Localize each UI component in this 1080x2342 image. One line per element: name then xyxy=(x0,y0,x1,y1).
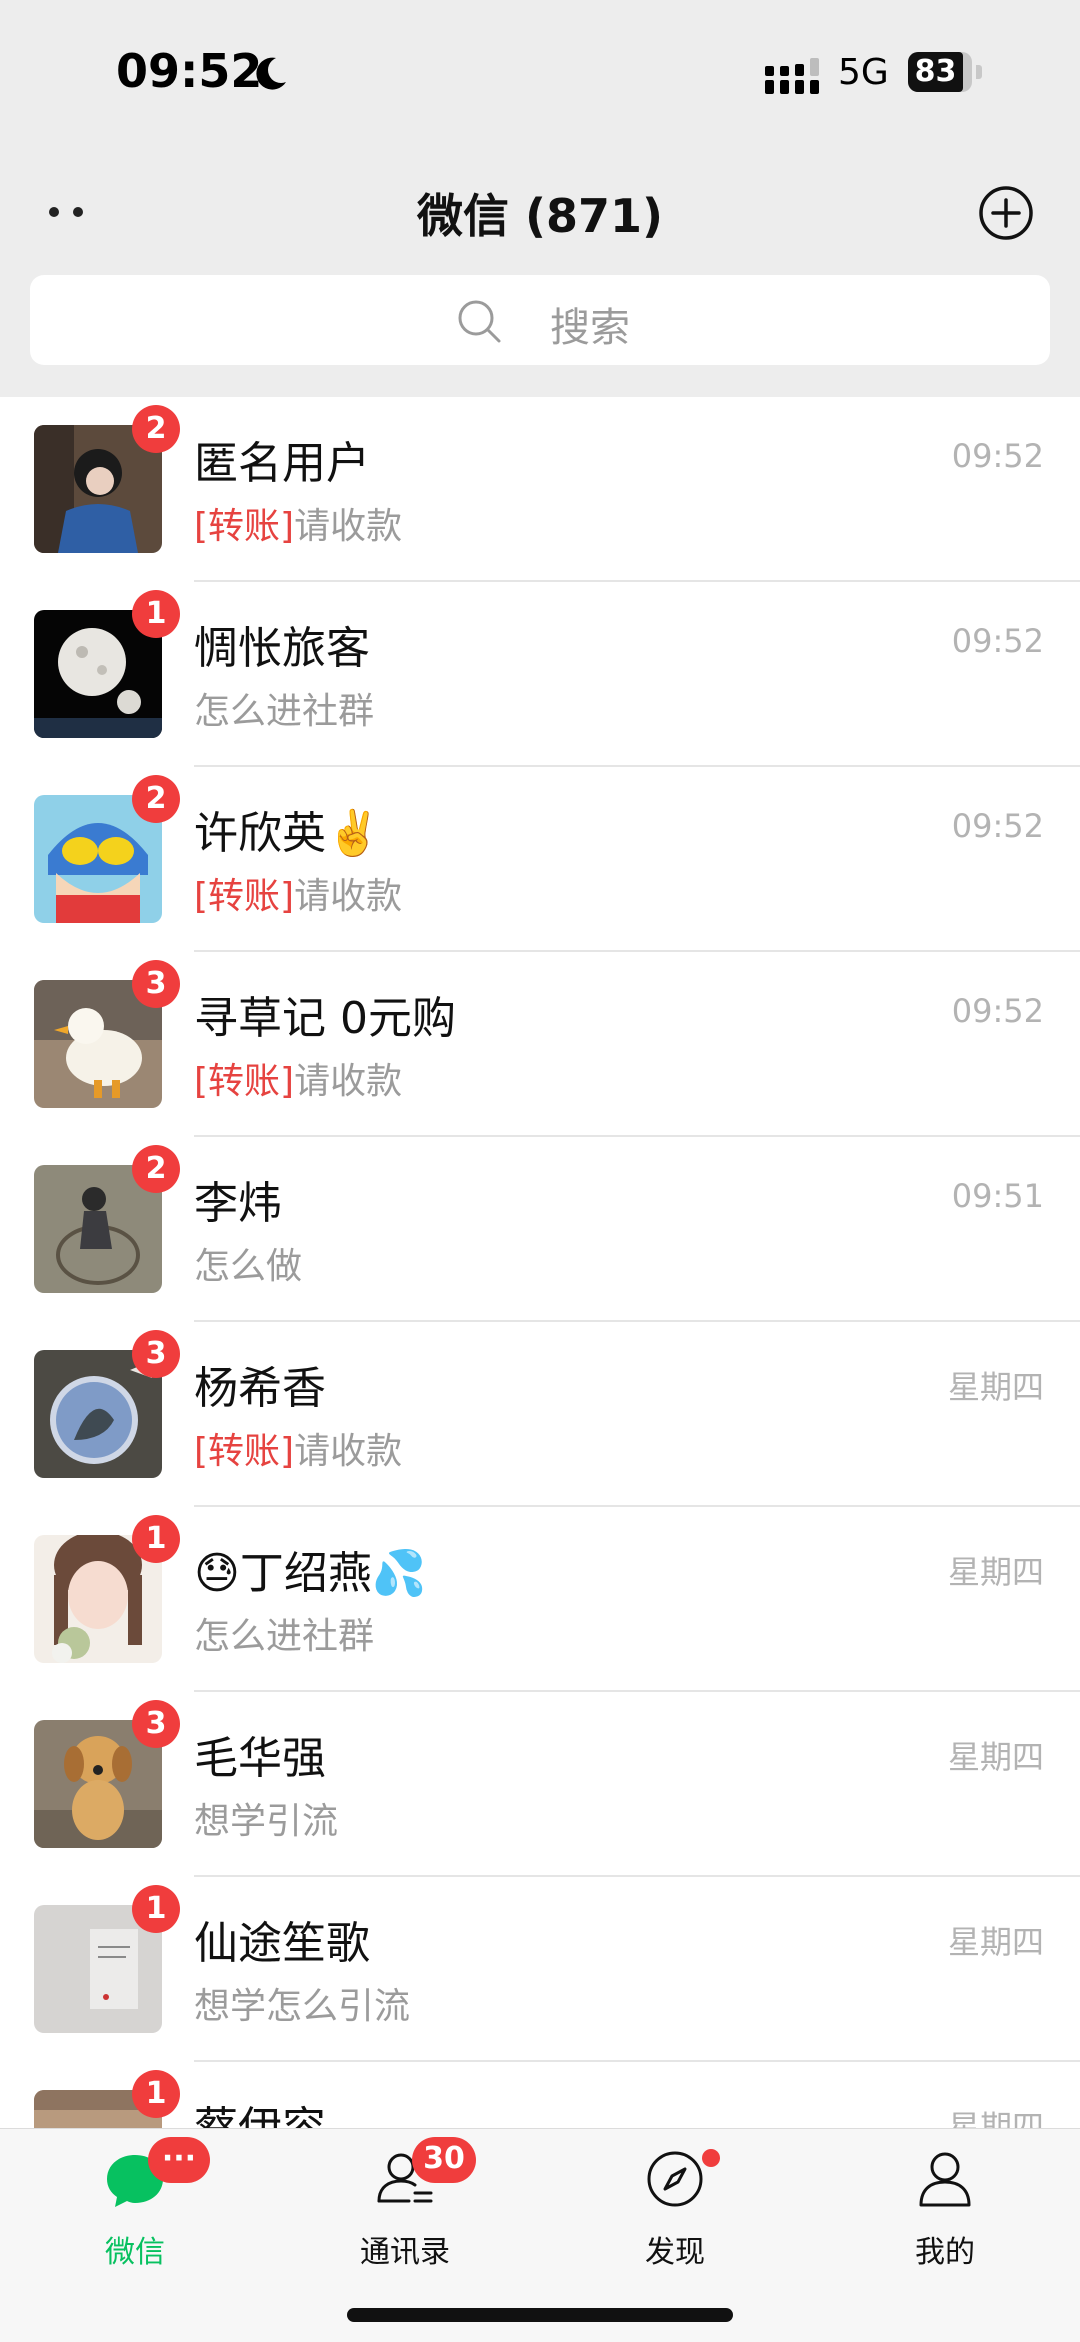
tab-label: 发现 xyxy=(645,2235,705,2270)
transfer-tag: [转账] xyxy=(194,1431,295,1472)
chat-preview: [转账]请收款 xyxy=(194,497,402,549)
transfer-tag: [转账] xyxy=(194,506,295,547)
chat-row[interactable]: 2 许欣英✌️ [转账]请收款 09:52 xyxy=(0,767,1080,952)
chat-name: 杨希香 xyxy=(194,1363,326,1414)
chat-preview: 怎么做 xyxy=(194,1237,302,1289)
chat-preview: 怎么进社群 xyxy=(194,1607,374,1659)
unread-badge: 1 xyxy=(132,1885,180,1933)
status-bar: 09:52 5G 83 xyxy=(0,0,1080,140)
nav-bar: 微信 (871) xyxy=(0,140,1080,270)
chat-row[interactable]: 3 杨希香 [转账]请收款 星期四 xyxy=(0,1322,1080,1507)
chat-name: 李炜 xyxy=(194,1178,282,1229)
unread-badge: 1 xyxy=(132,2070,180,2118)
signal-icon xyxy=(765,58,819,94)
chat-message: 怎么进社群 xyxy=(194,691,375,732)
chat-message: 怎么做 xyxy=(194,1246,303,1287)
chat-name: 蔡伊容 xyxy=(194,2092,326,2128)
search-input[interactable]: 搜索 xyxy=(30,275,1050,365)
unread-badge: 3 xyxy=(132,1330,180,1378)
chat-row[interactable]: 3 毛华强 想学引流 星期四 xyxy=(0,1692,1080,1877)
chat-message: 请收款 xyxy=(294,876,403,917)
notification-dot xyxy=(702,2149,720,2167)
battery-icon: 83 xyxy=(908,52,982,92)
chat-preview: [转账]请收款 xyxy=(194,1422,402,1474)
chat-time: 星期四 xyxy=(947,2108,1044,2128)
chat-row[interactable]: 3 寻草记 0元购 [转账]请收款 09:52 xyxy=(0,952,1080,1137)
chat-time: 星期四 xyxy=(947,1553,1044,1591)
tab-badge: 30 xyxy=(412,2137,476,2183)
add-icon[interactable] xyxy=(978,185,1034,241)
search-icon xyxy=(458,300,501,343)
tab-label: 微信 xyxy=(105,2235,165,2270)
chat-message: 请收款 xyxy=(294,506,403,547)
chat-message: 请收款 xyxy=(294,1431,403,1472)
chat-time: 星期四 xyxy=(947,1368,1044,1406)
transfer-tag: [转账] xyxy=(194,1061,295,1102)
search-placeholder: 搜索 xyxy=(550,305,630,351)
chat-message: 怎么进社群 xyxy=(194,1616,375,1657)
chat-name: 😓丁绍燕💦 xyxy=(194,1548,427,1599)
chat-name: 寻草记 0元购 xyxy=(194,993,456,1044)
chat-time: 09:52 xyxy=(951,622,1044,660)
chat-row[interactable]: 2 李炜 怎么做 09:51 xyxy=(0,1137,1080,1322)
unread-badge: 3 xyxy=(132,960,180,1008)
chat-preview: 怎么进社群 xyxy=(194,682,374,734)
chat-name: 许欣英✌️ xyxy=(194,808,381,859)
chat-message: 想学引流 xyxy=(194,1801,339,1842)
chat-row[interactable]: 1 惆怅旅客 怎么进社群 09:52 xyxy=(0,582,1080,767)
chat-preview: [转账]请收款 xyxy=(194,867,402,919)
tab-badge: ··· xyxy=(148,2137,210,2183)
unread-badge: 1 xyxy=(132,1515,180,1563)
me-icon xyxy=(919,2152,971,2207)
tab-discover[interactable]: 发现 xyxy=(540,2129,810,2289)
chat-row[interactable]: 1 蔡伊容 星期四 xyxy=(0,2062,1080,2128)
discover-icon xyxy=(647,2151,703,2207)
chat-preview: 想学引流 xyxy=(194,1792,338,1844)
battery-level: 83 xyxy=(914,54,957,89)
chat-preview: [转账]请收款 xyxy=(194,1052,402,1104)
unread-badge: 2 xyxy=(132,775,180,823)
chat-time: 星期四 xyxy=(947,1923,1044,1961)
status-time: 09:52 xyxy=(116,44,263,98)
chat-time: 星期四 xyxy=(947,1738,1044,1776)
chat-name: 惆怅旅客 xyxy=(194,623,370,674)
chat-row[interactable]: 2 匿名用户 [转账]请收款 09:52 xyxy=(0,397,1080,582)
chat-name: 毛华强 xyxy=(194,1733,326,1784)
chat-message: 想学怎么引流 xyxy=(194,1986,411,2027)
chat-row[interactable]: 1 😓丁绍燕💦 怎么进社群 星期四 xyxy=(0,1507,1080,1692)
chat-name: 匿名用户 xyxy=(194,438,370,489)
tab-label: 我的 xyxy=(915,2235,975,2270)
tab-label: 通讯录 xyxy=(360,2235,450,2270)
tab-me[interactable]: 我的 xyxy=(810,2129,1080,2289)
unread-badge: 1 xyxy=(132,590,180,638)
chat-time: 09:51 xyxy=(951,1177,1044,1215)
network-type: 5G xyxy=(838,52,889,93)
tab-contacts[interactable]: 30 通讯录 xyxy=(270,2129,540,2289)
home-indicator xyxy=(347,2308,733,2322)
tab-chats[interactable]: ··· 微信 xyxy=(0,2129,270,2289)
page-title: 微信 (871) xyxy=(416,189,664,243)
chat-time: 09:52 xyxy=(951,437,1044,475)
unread-badge: 2 xyxy=(132,405,180,453)
transfer-tag: [转账] xyxy=(194,876,295,917)
moon-icon xyxy=(256,57,286,90)
chat-message: 请收款 xyxy=(294,1061,403,1102)
chat-preview: 想学怎么引流 xyxy=(194,1977,410,2029)
chat-row[interactable]: 1 仙途笙歌 想学怎么引流 星期四 xyxy=(0,1877,1080,2062)
unread-badge: 2 xyxy=(132,1145,180,1193)
unread-badge: 3 xyxy=(132,1700,180,1748)
chat-time: 09:52 xyxy=(951,992,1044,1030)
chat-list: 2 匿名用户 [转账]请收款 09:52 1 惆怅旅客 怎么进社群 09:52 xyxy=(0,397,1080,2128)
chat-name: 仙途笙歌 xyxy=(194,1918,370,1969)
chat-time: 09:52 xyxy=(951,807,1044,845)
